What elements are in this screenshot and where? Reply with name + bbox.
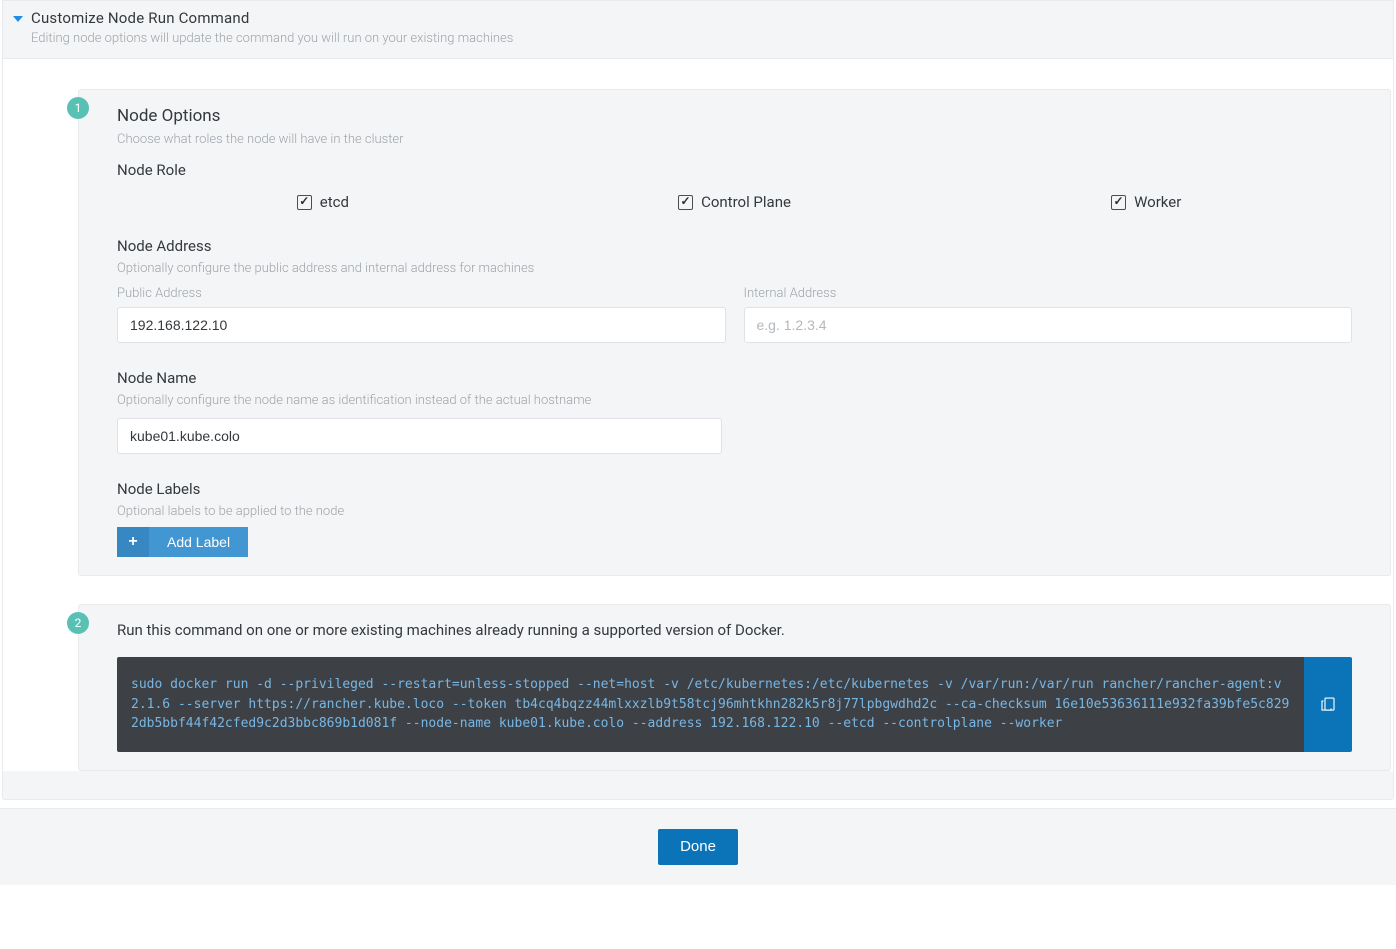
add-label-button[interactable]: + Add Label xyxy=(117,527,248,557)
node-role-heading: Node Role xyxy=(117,161,1352,179)
role-label-control-plane: Control Plane xyxy=(701,193,791,211)
node-labels-desc: Optional labels to be applied to the nod… xyxy=(117,504,1352,519)
node-name-desc: Optionally configure the node name as id… xyxy=(117,393,1352,408)
internal-address-input[interactable] xyxy=(744,307,1353,343)
run-command-instruction: Run this command on one or more existing… xyxy=(117,621,1352,639)
panel-subtitle: Editing node options will update the com… xyxy=(31,31,1383,46)
node-roles-row: etcd Control Plane Worker xyxy=(117,193,1352,211)
public-address-col: Public Address xyxy=(117,286,726,343)
step-2: 2 Run this command on one or more existi… xyxy=(78,604,1391,771)
panel-title: Customize Node Run Command xyxy=(31,9,1383,27)
add-label-text: Add Label xyxy=(149,534,248,550)
chevron-down-icon xyxy=(13,16,23,22)
address-row: Public Address Internal Address xyxy=(117,286,1352,343)
command-text[interactable]: sudo docker run -d --privileged --restar… xyxy=(117,657,1304,752)
clipboard-icon xyxy=(1319,695,1337,713)
role-etcd[interactable]: etcd xyxy=(117,193,529,211)
role-control-plane[interactable]: Control Plane xyxy=(529,193,941,211)
node-options-desc: Choose what roles the node will have in … xyxy=(117,132,1352,147)
internal-address-label: Internal Address xyxy=(744,286,1353,301)
done-button[interactable]: Done xyxy=(658,829,738,865)
node-options-title: Node Options xyxy=(117,106,1352,126)
panel-title-block: Customize Node Run Command Editing node … xyxy=(31,9,1383,46)
step-2-content: Run this command on one or more existing… xyxy=(78,604,1391,771)
role-worker[interactable]: Worker xyxy=(940,193,1352,211)
step-badge-2: 2 xyxy=(67,612,89,634)
step-badge-1: 1 xyxy=(67,97,89,119)
internal-address-col: Internal Address xyxy=(744,286,1353,343)
checkbox-etcd[interactable] xyxy=(297,195,312,210)
footer-bar: Done xyxy=(0,808,1396,885)
role-label-worker: Worker xyxy=(1134,193,1181,211)
command-row: sudo docker run -d --privileged --restar… xyxy=(117,657,1352,752)
role-label-etcd: etcd xyxy=(320,193,349,211)
checkbox-control-plane[interactable] xyxy=(678,195,693,210)
step-1: 1 Node Options Choose what roles the nod… xyxy=(78,89,1391,576)
node-labels-heading: Node Labels xyxy=(117,480,1352,498)
panel-body: 1 Node Options Choose what roles the nod… xyxy=(3,58,1393,771)
step-1-content: Node Options Choose what roles the node … xyxy=(78,89,1391,576)
node-address-heading: Node Address xyxy=(117,237,1352,255)
plus-icon: + xyxy=(117,527,149,557)
customize-command-panel: Customize Node Run Command Editing node … xyxy=(2,0,1394,800)
checkbox-worker[interactable] xyxy=(1111,195,1126,210)
panel-header[interactable]: Customize Node Run Command Editing node … xyxy=(3,1,1393,58)
public-address-label: Public Address xyxy=(117,286,726,301)
public-address-input[interactable] xyxy=(117,307,726,343)
node-name-heading: Node Name xyxy=(117,369,1352,387)
node-address-desc: Optionally configure the public address … xyxy=(117,261,1352,276)
node-name-input[interactable] xyxy=(117,418,722,454)
copy-button[interactable] xyxy=(1304,657,1352,752)
